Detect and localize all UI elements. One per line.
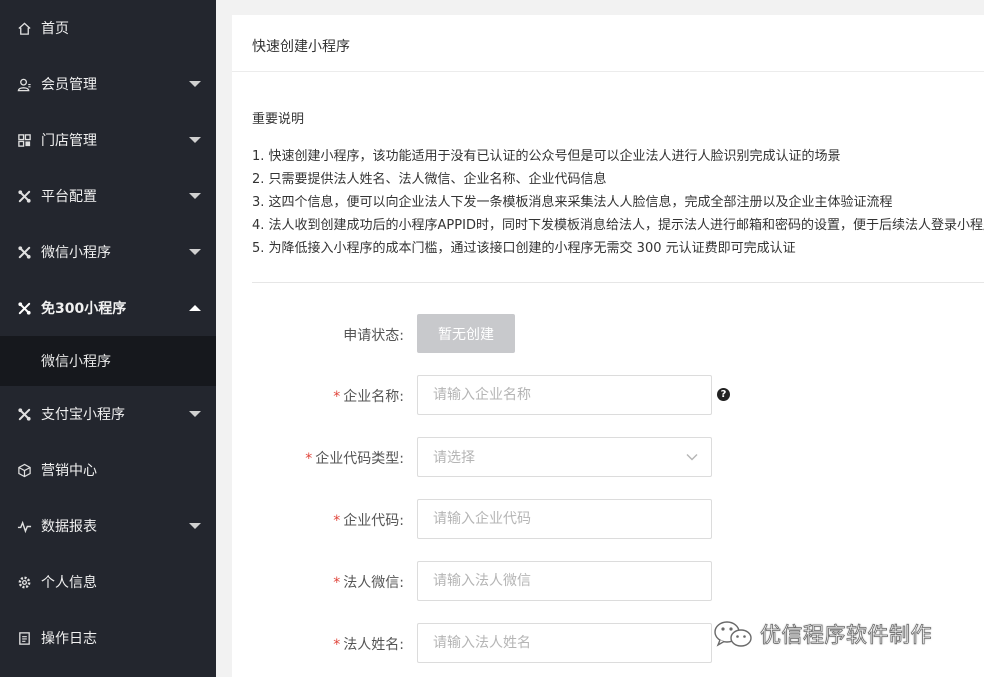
code-type-placeholder: 请选择 — [433, 450, 475, 466]
caret-down-icon — [189, 523, 201, 529]
divider — [252, 282, 984, 283]
caret-down-icon — [189, 249, 201, 255]
caret-down-icon — [189, 411, 201, 417]
notice-title: 重要说明 — [252, 112, 305, 127]
required-mark: * — [333, 389, 341, 405]
sidebar-item-members[interactable]: 会员管理 — [0, 56, 216, 112]
tools-icon — [16, 188, 32, 204]
legal-wechat-label: * 法人微信: — [234, 572, 404, 592]
sidebar-item-reports[interactable]: 数据报表 — [0, 498, 216, 554]
sidebar-item-label: 微信小程序 — [41, 245, 111, 261]
sidebar-item-wechat-miniprogram[interactable]: 微信小程序 — [0, 224, 216, 280]
legal-wechat-input[interactable] — [417, 561, 712, 601]
code-type-label: * 企业代码类型: — [234, 448, 404, 468]
required-mark: * — [333, 513, 341, 529]
legal-wechat-label-text: 法人微信: — [343, 575, 404, 591]
caret-down-icon — [189, 193, 201, 199]
notice-line: 1. 快速创建小程序，该功能适用于没有已认证的公众号但是可以企业法人进行人脸识别… — [252, 149, 841, 164]
tools-icon — [16, 300, 32, 316]
code-label: * 企业代码: — [234, 510, 404, 530]
sidebar-item-label: 会员管理 — [41, 77, 97, 93]
page-title: 快速创建小程序 — [252, 39, 350, 55]
legal-name-input[interactable] — [417, 623, 712, 663]
wechat-logo-icon — [714, 621, 752, 647]
tools-icon — [16, 244, 32, 260]
code-type-select[interactable]: 请选择 — [417, 437, 712, 477]
help-icon[interactable]: ? — [717, 388, 730, 401]
sidebar-item-label: 门店管理 — [41, 133, 97, 149]
home-icon — [16, 20, 32, 36]
caret-down-icon — [189, 137, 201, 143]
notice-line: 4. 法人收到创建成功后的小程序APPID时，同时下发模板消息给法人，提示法人进… — [252, 218, 984, 233]
sidebar-item-operation-log[interactable]: 操作日志 — [0, 610, 216, 666]
main-card: 快速创建小程序 重要说明 1. 快速创建小程序，该功能适用于没有已认证的公众号但… — [232, 15, 984, 677]
status-label-text: 申请状态: — [343, 328, 404, 344]
sidebar-item-label: 操作日志 — [41, 631, 97, 647]
sidebar-item-stores[interactable]: 门店管理 — [0, 112, 216, 168]
notice-line: 2. 只需要提供法人姓名、法人微信、企业名称、企业代码信息 — [252, 172, 607, 187]
gear-icon — [16, 574, 32, 590]
company-name-label-text: 企业名称: — [343, 389, 404, 405]
company-code-input[interactable] — [417, 499, 712, 539]
sidebar: 首页 会员管理 门店管理 平台配置 微信小程序 免300小程序 微信小程序 支付… — [0, 0, 216, 677]
status-label: 申请状态: — [234, 325, 404, 345]
sidebar-item-label: 支付宝小程序 — [41, 407, 125, 423]
sidebar-item-label: 营销中心 — [41, 463, 97, 479]
pulse-icon — [16, 518, 32, 534]
sidebar-item-label: 平台配置 — [41, 189, 97, 205]
notice-line: 5. 为降低接入小程序的成本门槛，通过该接口创建的小程序无需交 300 元认证费… — [252, 241, 796, 256]
chevron-down-icon — [686, 454, 698, 461]
cube-icon — [16, 462, 32, 478]
company-name-label: * 企业名称: — [234, 386, 404, 406]
caret-up-icon — [189, 305, 201, 311]
required-mark: * — [305, 451, 313, 467]
sidebar-item-label: 免300小程序 — [41, 301, 127, 317]
sidebar-item-platform-config[interactable]: 平台配置 — [0, 168, 216, 224]
caret-down-icon — [189, 81, 201, 87]
tools-icon — [16, 406, 32, 422]
status-button[interactable]: 暂无创建 — [417, 314, 515, 353]
notice-line: 3. 这四个信息，便可以向企业法人下发一条模板消息来采集法人人脸信息，完成全部注… — [252, 195, 893, 210]
required-mark: * — [333, 575, 341, 591]
required-mark: * — [333, 637, 341, 653]
watermark: 优信程序软件制作 — [712, 617, 932, 651]
sidebar-item-alipay-miniprogram[interactable]: 支付宝小程序 — [0, 386, 216, 442]
code-label-text: 企业代码: — [343, 513, 404, 529]
sidebar-item-label: 个人信息 — [41, 575, 97, 591]
sidebar-item-profile[interactable]: 个人信息 — [0, 554, 216, 610]
submenu-item-wechat-miniprogram[interactable]: 微信小程序 — [0, 336, 216, 386]
sidebar-item-home[interactable]: 首页 — [0, 0, 216, 56]
log-icon — [16, 630, 32, 646]
submenu-item-label: 微信小程序 — [41, 354, 111, 370]
company-name-input[interactable] — [417, 375, 712, 415]
legal-name-label: * 法人姓名: — [234, 634, 404, 654]
sidebar-item-label: 数据报表 — [41, 519, 97, 535]
watermark-text: 优信程序软件制作 — [760, 623, 932, 648]
code-type-label-text: 企业代码类型: — [315, 451, 404, 467]
user-icon — [16, 76, 32, 92]
divider — [232, 71, 984, 72]
sidebar-item-label: 首页 — [41, 21, 69, 37]
legal-name-label-text: 法人姓名: — [343, 637, 404, 653]
store-icon — [16, 132, 32, 148]
sidebar-item-free300-miniprogram[interactable]: 免300小程序 — [0, 280, 216, 336]
sidebar-item-marketing[interactable]: 营销中心 — [0, 442, 216, 498]
